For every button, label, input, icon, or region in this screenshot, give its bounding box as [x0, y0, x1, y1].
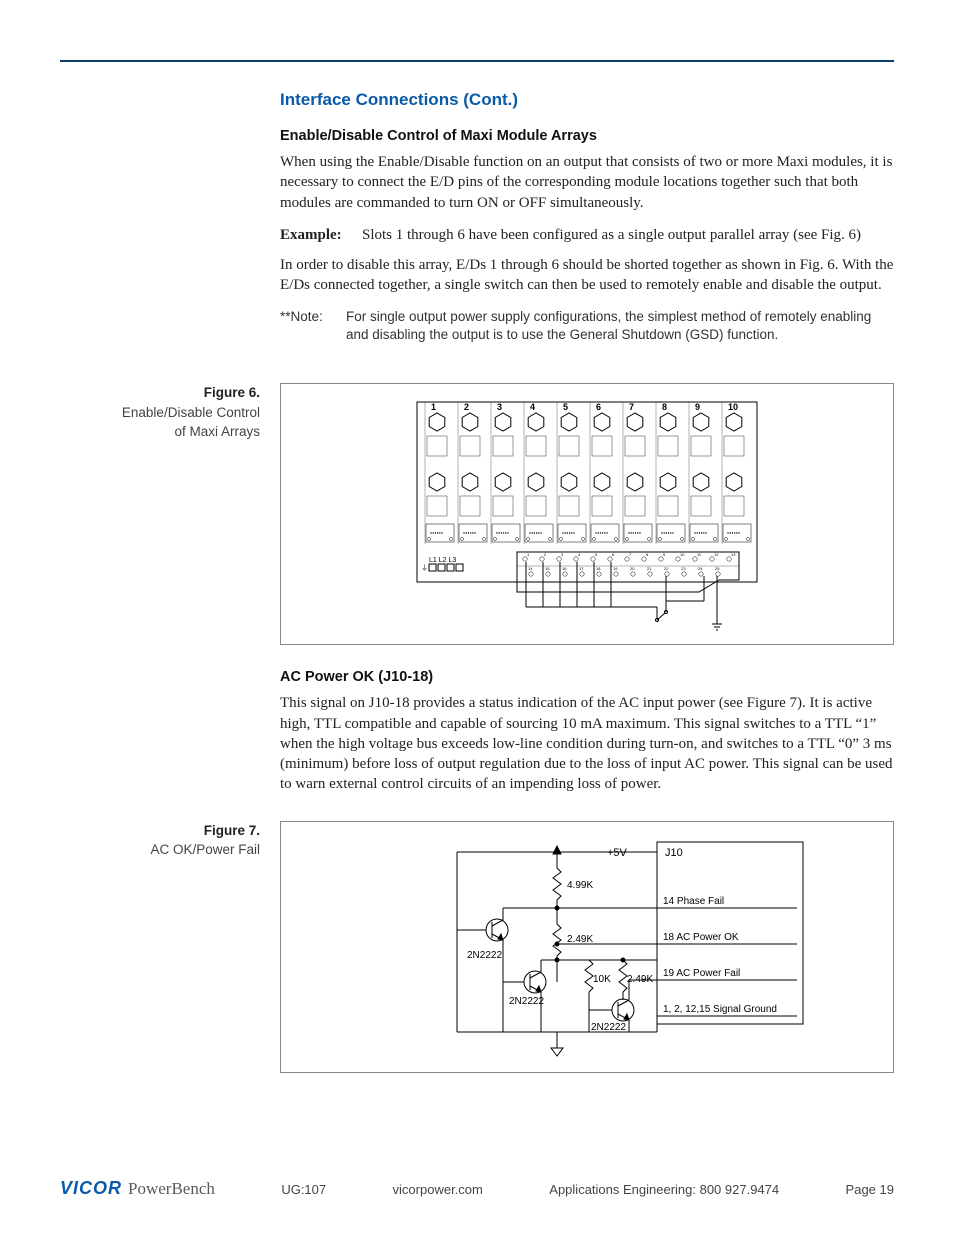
section-heading: Interface Connections (Cont.)	[280, 90, 894, 110]
svg-text:24: 24	[698, 566, 703, 571]
paragraph-1: When using the Enable/Disable function o…	[280, 152, 894, 213]
footer-doc-id: UG:107	[281, 1182, 326, 1197]
figure7-caption-text: AC OK/Power Fail	[150, 842, 260, 857]
brand-vicor: VICOR	[60, 1178, 122, 1199]
svg-text:10: 10	[680, 552, 685, 557]
figure6-caption-line1: Enable/Disable Control	[122, 405, 260, 420]
svg-text:13: 13	[731, 552, 736, 557]
svg-text:19 AC Power Fail: 19 AC Power Fail	[663, 968, 740, 979]
subheading-ac-power-ok: AC Power OK (J10-18)	[280, 669, 894, 685]
svg-text:+5V: +5V	[607, 847, 628, 859]
svg-text:8: 8	[646, 552, 649, 557]
svg-text:25: 25	[715, 566, 720, 571]
svg-text:19: 19	[613, 566, 618, 571]
svg-text:J10: J10	[665, 847, 683, 859]
svg-text:3: 3	[561, 552, 564, 557]
svg-text:2: 2	[544, 552, 547, 557]
svg-text:6: 6	[596, 402, 601, 412]
svg-text:23: 23	[681, 566, 686, 571]
top-rule	[60, 60, 894, 62]
figure7-box: +5V 4.99K 2.49K	[280, 821, 894, 1073]
svg-text:1, 2, 12,15 Signal Ground: 1, 2, 12,15 Signal Ground	[663, 1004, 777, 1015]
svg-text:6: 6	[612, 552, 615, 557]
example-text: Slots 1 through 6 have been configured a…	[362, 225, 861, 245]
svg-text:17: 17	[579, 566, 584, 571]
svg-text:18 AC Power OK: 18 AC Power OK	[663, 932, 739, 943]
svg-text:3: 3	[497, 402, 502, 412]
note-row: **Note: For single output power supply c…	[280, 308, 894, 346]
footer-site: vicorpower.com	[393, 1182, 483, 1197]
svg-text:5: 5	[595, 552, 598, 557]
figure6-diagram: 12345678910 L1 L2 L3 ⏚ 1	[407, 394, 767, 634]
svg-text:⏚: ⏚	[421, 564, 428, 572]
footer-phone: Applications Engineering: 800 927.9474	[549, 1182, 779, 1197]
svg-text:2N2222: 2N2222	[509, 996, 544, 1007]
svg-text:9: 9	[663, 552, 666, 557]
brand: VICOR PowerBench	[60, 1178, 215, 1199]
footer-page: Page 19	[846, 1182, 894, 1197]
svg-text:2N2222: 2N2222	[591, 1022, 626, 1033]
svg-text:7: 7	[629, 552, 632, 557]
svg-text:4: 4	[530, 402, 535, 412]
figure6-caption: Figure 6. Enable/Disable Control of Maxi…	[60, 383, 260, 442]
subheading-enable-disable: Enable/Disable Control of Maxi Module Ar…	[280, 128, 894, 144]
svg-text:4.99K: 4.99K	[567, 880, 593, 891]
figure6-number: Figure 6.	[60, 383, 260, 403]
figure6-caption-line2: of Maxi Arrays	[174, 424, 260, 439]
svg-text:2N2222: 2N2222	[467, 950, 502, 961]
figure7-number: Figure 7.	[60, 821, 260, 841]
paragraph-3: This signal on J10-18 provides a status …	[280, 693, 894, 794]
example-row: Example: Slots 1 through 6 have been con…	[280, 225, 894, 245]
svg-text:8: 8	[662, 402, 667, 412]
paragraph-2: In order to disable this array, E/Ds 1 t…	[280, 255, 894, 296]
svg-text:10: 10	[728, 402, 738, 412]
example-label: Example:	[280, 225, 362, 245]
figure6-box: 12345678910 L1 L2 L3 ⏚ 1	[280, 383, 894, 645]
svg-text:14 Phase Fail: 14 Phase Fail	[663, 896, 724, 907]
svg-text:21: 21	[647, 566, 652, 571]
svg-text:18: 18	[596, 566, 601, 571]
svg-text:14: 14	[528, 566, 533, 571]
svg-text:11: 11	[697, 552, 702, 557]
svg-text:12: 12	[714, 552, 719, 557]
svg-text:10K: 10K	[593, 974, 611, 985]
svg-text:1: 1	[431, 402, 436, 412]
svg-text:9: 9	[695, 402, 700, 412]
page-footer: VICOR PowerBench UG:107 vicorpower.com A…	[60, 1178, 894, 1199]
svg-text:2: 2	[464, 402, 469, 412]
svg-text:16: 16	[562, 566, 567, 571]
svg-text:2.49K: 2.49K	[567, 934, 593, 945]
note-label: **Note:	[280, 308, 346, 346]
figure7-diagram: +5V 4.99K 2.49K	[357, 832, 817, 1062]
figure7-caption: Figure 7. AC OK/Power Fail	[60, 821, 260, 860]
svg-text:7: 7	[629, 402, 634, 412]
svg-text:4: 4	[578, 552, 581, 557]
svg-text:22: 22	[664, 566, 669, 571]
brand-powerbench: PowerBench	[128, 1179, 215, 1199]
svg-text:1: 1	[527, 552, 530, 557]
svg-text:15: 15	[545, 566, 550, 571]
svg-text:5: 5	[563, 402, 568, 412]
note-text: For single output power supply configura…	[346, 308, 894, 346]
ac-label: L1 L2 L3	[429, 557, 456, 564]
svg-text:20: 20	[630, 566, 635, 571]
